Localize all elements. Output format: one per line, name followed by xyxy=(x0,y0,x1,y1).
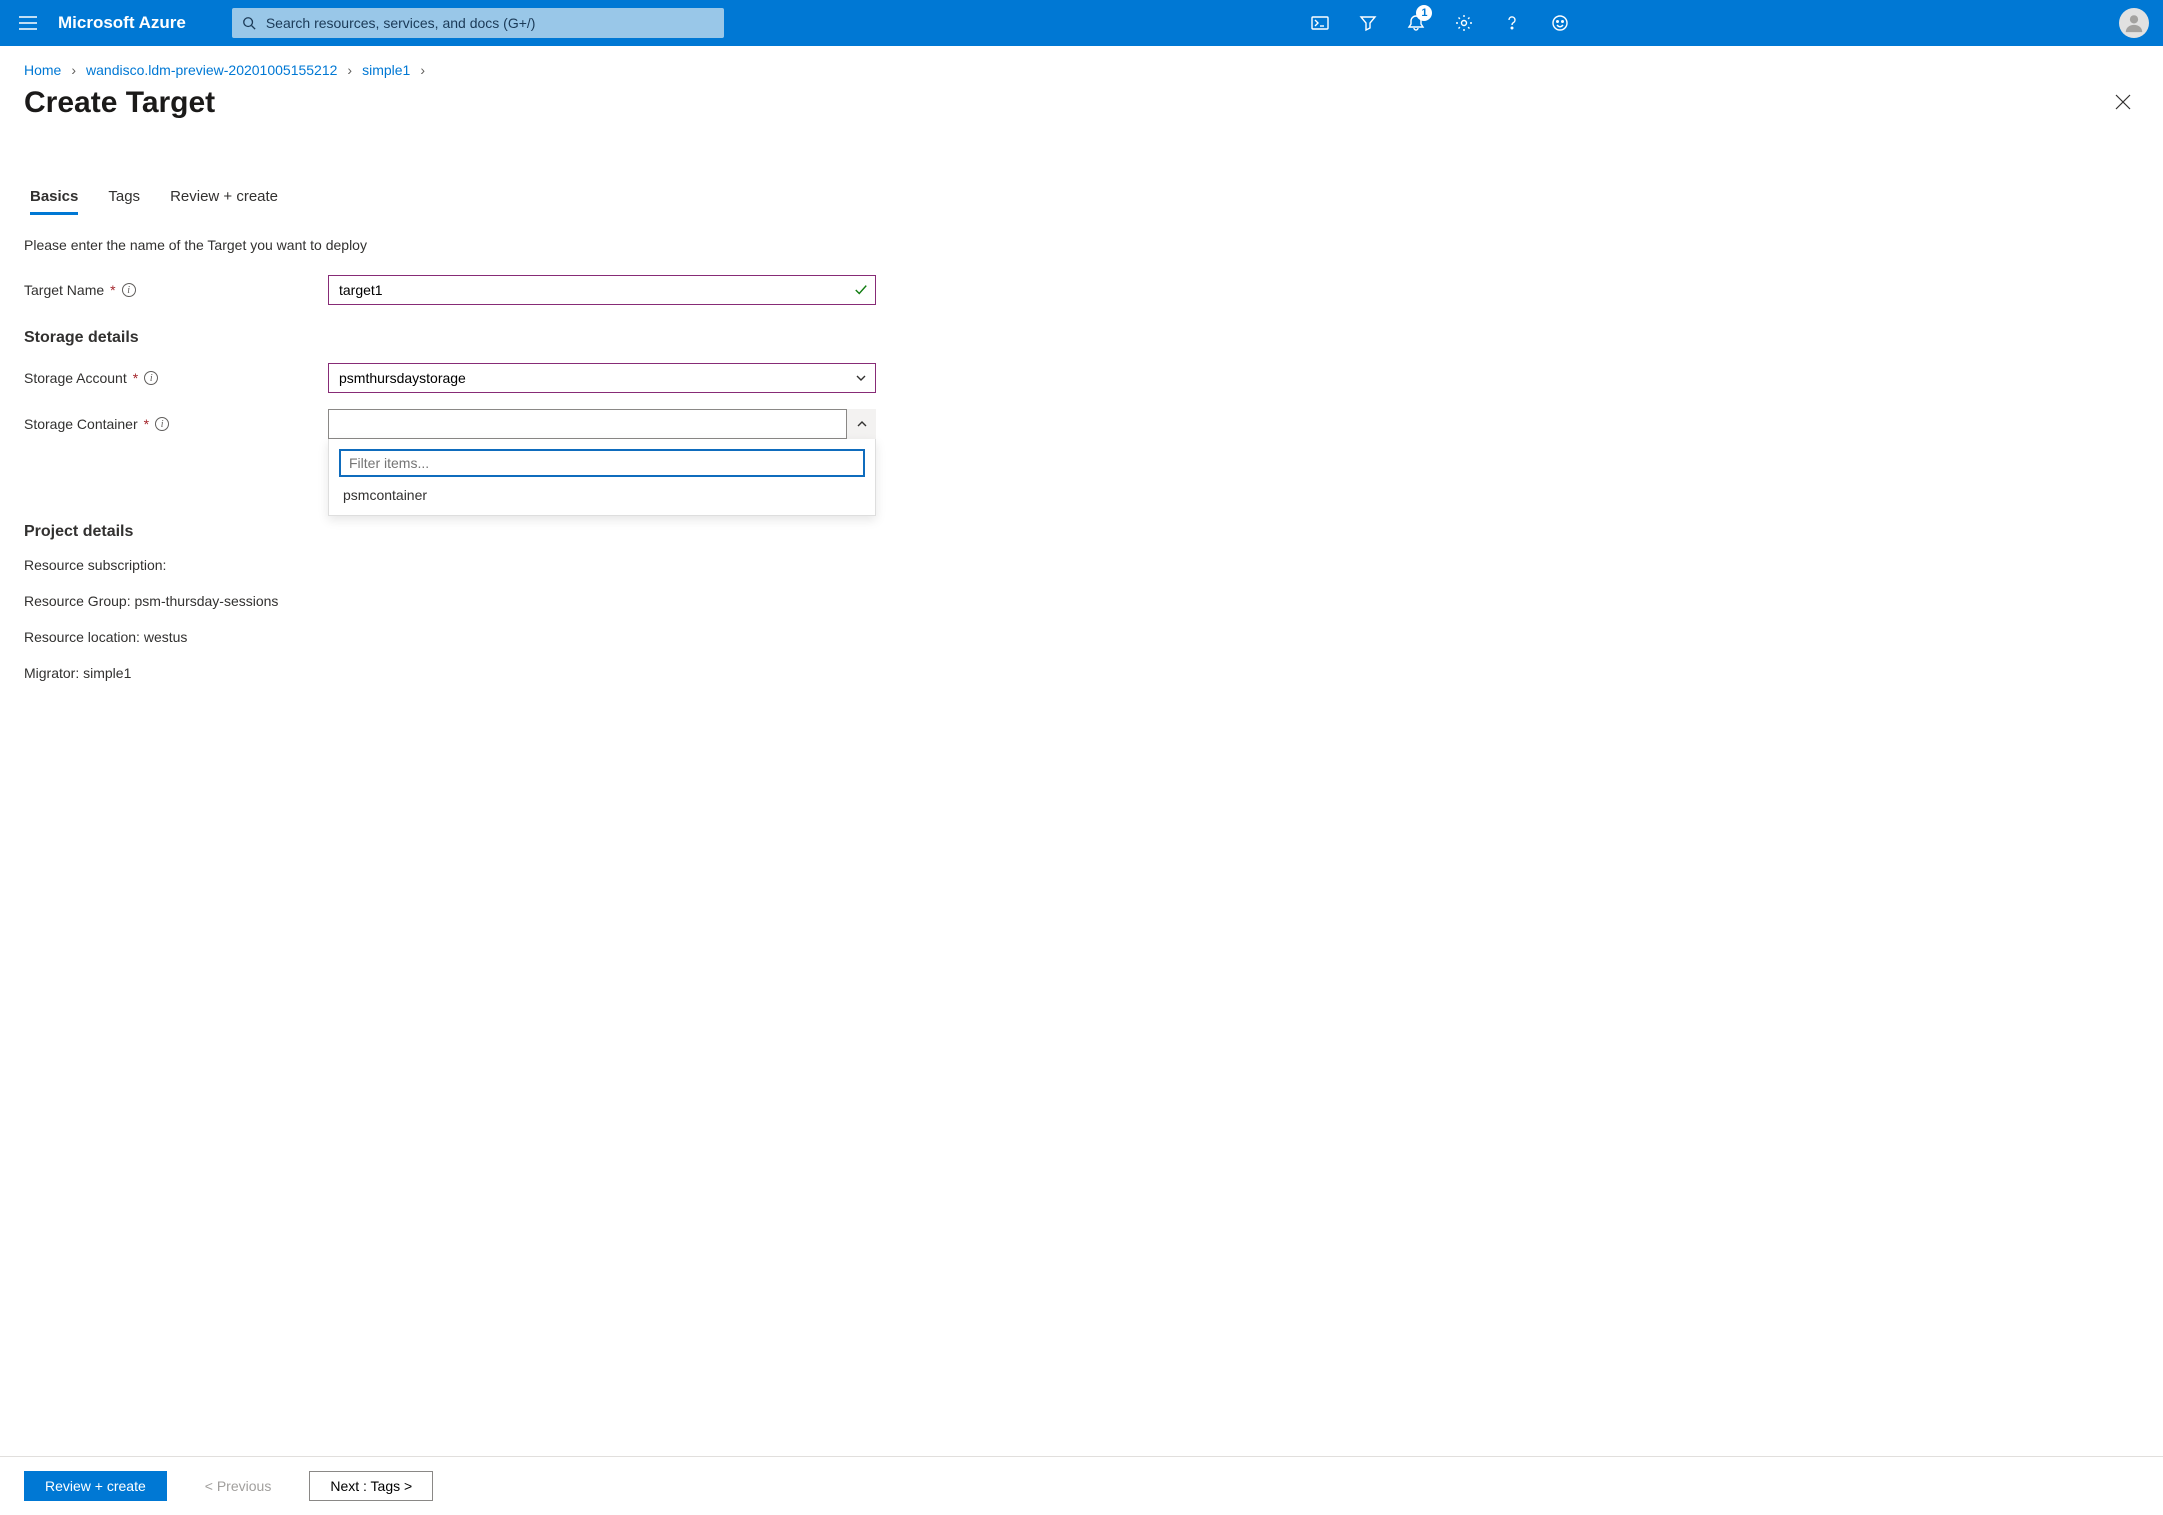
feedback-icon xyxy=(1551,14,1569,32)
storage-account-label: Storage Account * i xyxy=(24,370,328,386)
required-indicator: * xyxy=(144,416,149,432)
storage-account-select[interactable] xyxy=(328,363,876,393)
info-icon[interactable]: i xyxy=(144,371,158,385)
storage-container-select[interactable] xyxy=(328,409,876,439)
cloud-shell-button[interactable] xyxy=(1296,1,1344,45)
migrator: Migrator: simple1 xyxy=(24,665,2139,681)
chevron-up-icon[interactable] xyxy=(846,409,876,439)
check-icon xyxy=(854,283,868,297)
page-title: Create Target xyxy=(24,86,2107,120)
info-icon[interactable]: i xyxy=(122,283,136,297)
tab-review-create[interactable]: Review + create xyxy=(170,180,278,213)
breadcrumb: Home › wandisco.ldm-preview-202010051552… xyxy=(0,46,2163,86)
top-bar: Microsoft Azure 1 xyxy=(0,0,2163,46)
storage-heading: Storage details xyxy=(24,329,2139,347)
target-name-input[interactable] xyxy=(328,275,876,305)
required-indicator: * xyxy=(133,370,138,386)
cloud-shell-icon xyxy=(1311,16,1329,30)
notifications-button[interactable]: 1 xyxy=(1392,1,1440,45)
storage-container-label: Storage Container * i xyxy=(24,416,328,432)
settings-button[interactable] xyxy=(1440,1,1488,45)
required-indicator: * xyxy=(110,282,115,298)
person-icon xyxy=(2123,12,2145,34)
notification-badge: 1 xyxy=(1416,5,1432,21)
search-wrap xyxy=(232,8,724,38)
resource-location: Resource location: westus xyxy=(24,629,2139,645)
filter-icon xyxy=(1359,14,1377,32)
breadcrumb-link[interactable]: wandisco.ldm-preview-20201005155212 xyxy=(86,62,337,78)
menu-toggle[interactable] xyxy=(6,1,50,45)
help-button[interactable] xyxy=(1488,1,1536,45)
previous-button: < Previous xyxy=(185,1471,292,1501)
footer-bar: Review + create < Previous Next : Tags > xyxy=(0,1456,2163,1515)
storage-container-row: Storage Container * i psmcontainer xyxy=(24,409,2139,439)
topbar-icons: 1 xyxy=(1296,1,1584,45)
storage-container-dropdown: psmcontainer xyxy=(328,439,876,516)
next-button[interactable]: Next : Tags > xyxy=(309,1471,433,1501)
chevron-down-icon[interactable] xyxy=(846,363,876,393)
directory-filter-button[interactable] xyxy=(1344,1,1392,45)
breadcrumb-link[interactable]: Home xyxy=(24,62,61,78)
close-button[interactable] xyxy=(2107,86,2139,118)
chevron-right-icon: › xyxy=(420,62,425,78)
tab-tags[interactable]: Tags xyxy=(108,180,140,213)
target-name-row: Target Name * i xyxy=(24,275,2139,305)
search-icon xyxy=(242,16,256,30)
review-create-button[interactable]: Review + create xyxy=(24,1471,167,1501)
search-input[interactable] xyxy=(232,8,724,38)
project-heading: Project details xyxy=(24,523,2139,541)
chevron-right-icon: › xyxy=(347,62,352,78)
account-avatar[interactable] xyxy=(2119,8,2149,38)
tab-basics[interactable]: Basics xyxy=(30,180,78,213)
brand-label[interactable]: Microsoft Azure xyxy=(50,13,204,33)
storage-account-row: Storage Account * i xyxy=(24,363,2139,393)
info-icon[interactable]: i xyxy=(155,417,169,431)
intro-text: Please enter the name of the Target you … xyxy=(24,237,2139,253)
dropdown-filter-input[interactable] xyxy=(339,449,865,477)
resource-subscription: Resource subscription: xyxy=(24,557,2139,573)
target-name-label: Target Name * i xyxy=(24,282,328,298)
page-header: Create Target xyxy=(0,86,2163,140)
dropdown-option[interactable]: psmcontainer xyxy=(339,477,865,505)
breadcrumb-link[interactable]: simple1 xyxy=(362,62,410,78)
close-icon xyxy=(2115,94,2131,110)
resource-group: Resource Group: psm-thursday-sessions xyxy=(24,593,2139,609)
gear-icon xyxy=(1455,14,1473,32)
chevron-right-icon: › xyxy=(71,62,76,78)
hamburger-icon xyxy=(19,16,37,30)
help-icon xyxy=(1503,14,1521,32)
form-area: Please enter the name of the Target you … xyxy=(0,213,2163,1456)
tabs-row: Basics Tags Review + create xyxy=(0,180,2163,213)
feedback-button[interactable] xyxy=(1536,1,1584,45)
